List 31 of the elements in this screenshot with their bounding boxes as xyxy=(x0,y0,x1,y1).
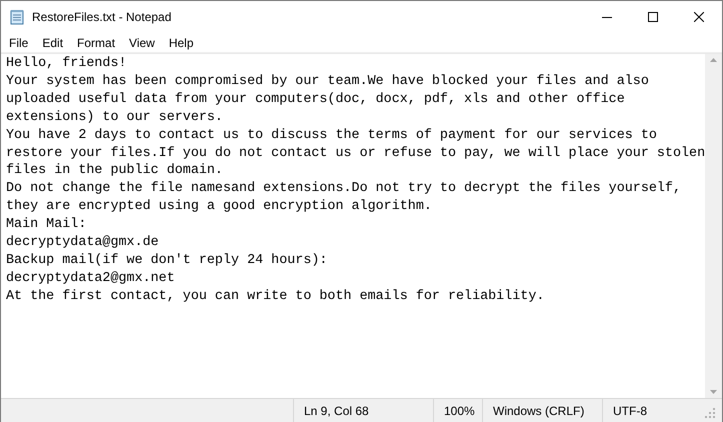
text-line: decryptydata2@gmx.net xyxy=(6,270,175,288)
scroll-down-icon[interactable] xyxy=(710,390,717,394)
window-title: RestoreFiles.txt - Notepad xyxy=(32,10,172,24)
line-ending: Windows (CRLF) xyxy=(482,399,602,422)
text-line: files in the public domain. xyxy=(6,162,223,180)
menu-item[interactable]: File xyxy=(2,36,36,50)
text-line: Your system has been compromised by our team.We have blocked your files and also xyxy=(6,72,649,91)
menu-item[interactable]: Help xyxy=(162,36,201,50)
scrollbar[interactable] xyxy=(705,54,722,398)
zoom-level: 100% xyxy=(433,399,482,422)
maximize-icon xyxy=(648,12,658,22)
text-line: they are encrypted using a good encryption algorithm. xyxy=(6,198,432,216)
text-line: Hello, friends! xyxy=(6,55,127,73)
text-line: uploaded useful data from your computers(doc, docx, pdf, xls and other office xyxy=(6,90,625,109)
text-line: At the first contact, you can write to both emails for reliability. xyxy=(6,288,544,306)
menu-item[interactable]: Format xyxy=(70,36,122,50)
text-line: restore your files.If you do not contact us or refuse to pay, we will place your stolen xyxy=(6,144,705,162)
text-line: extensions) to our servers. xyxy=(6,108,223,127)
resize-grip-icon[interactable] xyxy=(705,408,716,419)
text-line: Do not change the file namesand extensions.Do not try to decrypt the files yourself, xyxy=(6,180,681,198)
menu-item[interactable]: Edit xyxy=(35,36,70,50)
text-line: Backup mail(if we don't reply 24 hours): xyxy=(6,252,328,270)
text-line: You have 2 days to contact us to discuss the terms of payment for our services to xyxy=(6,126,657,145)
notepad-icon xyxy=(9,9,25,25)
scroll-up-icon[interactable] xyxy=(710,58,717,62)
menu-item[interactable]: View xyxy=(122,36,162,50)
encoding: UTF-8 xyxy=(602,399,705,422)
cursor-position: Ln 9, Col 68 xyxy=(293,399,433,422)
close-icon xyxy=(694,12,704,22)
text-line: Main Mail: xyxy=(6,216,86,234)
text-line: decryptydata@gmx.de xyxy=(6,234,159,252)
